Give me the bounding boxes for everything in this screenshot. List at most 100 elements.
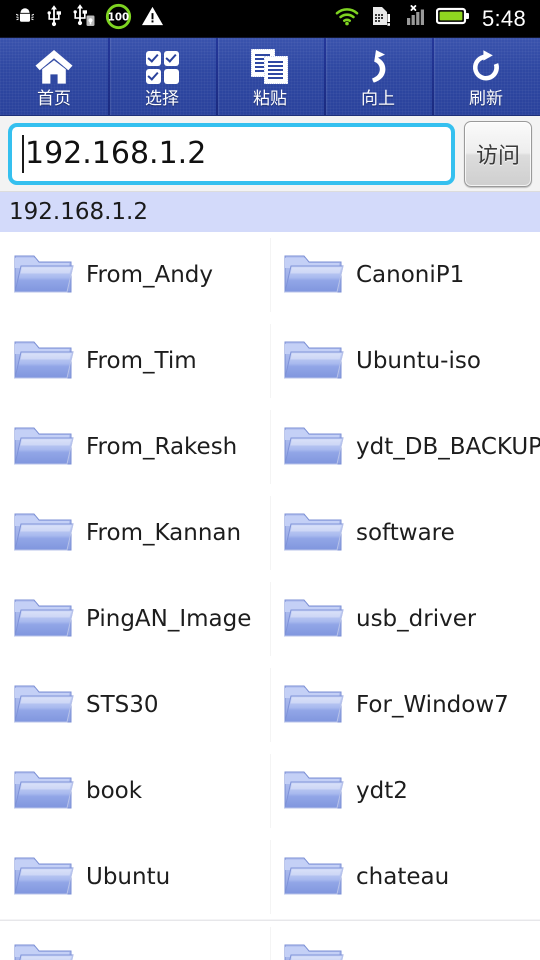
address-input[interactable]: 192.168.1.2 <box>8 122 455 185</box>
toolbar-home-button[interactable]: 首页 <box>0 38 108 115</box>
folder-icon <box>282 764 344 819</box>
folder-icon <box>282 334 344 389</box>
folder-icon <box>282 506 344 561</box>
file-item-label: Ubuntu-iso <box>356 347 481 374</box>
folder-icon <box>12 248 74 303</box>
file-grid-row: PingAN_Image usb_driver <box>0 576 540 662</box>
usb-storage-icon <box>72 4 96 33</box>
file-item[interactable]: From_Andy <box>0 232 270 318</box>
file-item-label: chateau <box>356 863 450 890</box>
status-bar-right-icons: 5:48 <box>334 4 540 33</box>
toolbar: 首页 选择 粘贴 向上 刷新 <box>0 38 540 116</box>
file-item-label: From_Andy <box>86 261 214 288</box>
folder-icon <box>12 937 74 960</box>
file-item-label: PingAN_Image <box>86 605 252 632</box>
toolbar-refresh-button[interactable]: 刷新 <box>432 38 540 115</box>
file-item[interactable] <box>0 921 270 960</box>
home-icon <box>0 46 108 88</box>
file-item-label: Ubuntu <box>86 863 171 890</box>
toolbar-paste-label: 粘贴 <box>253 89 287 109</box>
file-grid-row: From_Kannan software <box>0 490 540 576</box>
toolbar-up-label: 向上 <box>361 89 395 109</box>
breadcrumb[interactable]: 192.168.1.2 <box>0 192 540 232</box>
folder-icon <box>282 678 344 733</box>
toolbar-paste-button[interactable]: 粘贴 <box>216 38 324 115</box>
file-grid-row-partial <box>0 920 540 960</box>
svg-text:100: 100 <box>108 11 129 23</box>
status-bar-clock: 5:48 <box>481 5 526 31</box>
file-item[interactable]: software <box>270 490 540 576</box>
address-input-value: 192.168.1.2 <box>25 136 207 171</box>
file-item-label: ydt2 <box>356 777 408 804</box>
file-grid-row: From_Tim Ubuntu-iso <box>0 318 540 404</box>
file-item[interactable]: book <box>0 748 270 834</box>
file-item-label: book <box>86 777 143 804</box>
file-item[interactable]: From_Tim <box>0 318 270 404</box>
refresh-icon <box>432 46 540 88</box>
file-item-label: For_Window7 <box>356 691 509 718</box>
wifi-icon <box>334 6 360 31</box>
folder-icon <box>282 420 344 475</box>
file-grid[interactable]: From_Andy CanoniP1 From_Tim Ubuntu-iso F… <box>0 232 540 960</box>
file-item-label: ydt_DB_BACKUP <box>356 433 540 460</box>
file-item[interactable]: chateau <box>270 834 540 920</box>
file-item[interactable] <box>270 921 540 960</box>
file-grid-row: Ubuntu chateau <box>0 834 540 920</box>
file-item[interactable]: STS30 <box>0 662 270 748</box>
breadcrumb-path: 192.168.1.2 <box>9 199 148 225</box>
file-grid-row: From_Andy CanoniP1 <box>0 232 540 318</box>
folder-icon <box>282 850 344 905</box>
file-item[interactable]: ydt_DB_BACKUP <box>270 404 540 490</box>
go-button[interactable]: 访问 <box>464 120 532 187</box>
file-item[interactable]: usb_driver <box>270 576 540 662</box>
file-item-label: From_Tim <box>86 347 197 374</box>
go-button-label: 访问 <box>475 143 520 169</box>
battery-percent-icon: 100 <box>105 3 132 35</box>
toolbar-home-label: 首页 <box>37 89 71 109</box>
battery-icon <box>435 6 470 31</box>
android-debug-icon <box>14 5 36 32</box>
folder-icon <box>12 334 74 389</box>
status-bar-left-icons: 100 <box>0 3 164 35</box>
folder-icon <box>282 248 344 303</box>
file-item-label: From_Kannan <box>86 519 242 546</box>
paste-icon <box>216 46 324 88</box>
file-item[interactable]: PingAN_Image <box>0 576 270 662</box>
file-grid-row: book ydt2 <box>0 748 540 834</box>
folder-icon <box>12 506 74 561</box>
folder-icon <box>12 764 74 819</box>
status-bar: 100 5:48 <box>0 0 540 38</box>
select-checkboxes-icon <box>108 46 216 88</box>
file-item[interactable]: ydt2 <box>270 748 540 834</box>
file-grid-row: STS30 For_Window7 <box>0 662 540 748</box>
arrow-up-curved-icon <box>324 46 432 88</box>
file-item[interactable]: From_Kannan <box>0 490 270 576</box>
file-item[interactable]: From_Rakesh <box>0 404 270 490</box>
folder-icon <box>282 937 344 960</box>
file-item[interactable]: Ubuntu <box>0 834 270 920</box>
toolbar-up-button[interactable]: 向上 <box>324 38 432 115</box>
toolbar-refresh-label: 刷新 <box>469 89 503 109</box>
warning-triangle-icon <box>141 5 164 32</box>
folder-icon <box>282 592 344 647</box>
file-item[interactable]: Ubuntu-iso <box>270 318 540 404</box>
folder-icon <box>12 420 74 475</box>
folder-icon <box>12 850 74 905</box>
toolbar-select-button[interactable]: 选择 <box>108 38 216 115</box>
folder-icon <box>12 592 74 647</box>
folder-icon <box>12 678 74 733</box>
toolbar-select-label: 选择 <box>145 89 179 109</box>
file-item[interactable]: For_Window7 <box>270 662 540 748</box>
file-item-label: From_Rakesh <box>86 433 238 460</box>
file-item-label: software <box>356 519 455 546</box>
address-row: 192.168.1.2 访问 <box>0 116 540 192</box>
file-item[interactable]: CanoniP1 <box>270 232 540 318</box>
file-item-label: STS30 <box>86 691 159 718</box>
usb-icon <box>45 4 63 33</box>
sdcard-alert-icon <box>370 4 392 33</box>
file-grid-row: From_Rakesh ydt_DB_BACKUP <box>0 404 540 490</box>
text-caret <box>22 134 24 173</box>
file-item-label: usb_driver <box>356 605 477 632</box>
file-item-label: CanoniP1 <box>356 261 465 288</box>
signal-no-sim-icon <box>402 4 426 33</box>
